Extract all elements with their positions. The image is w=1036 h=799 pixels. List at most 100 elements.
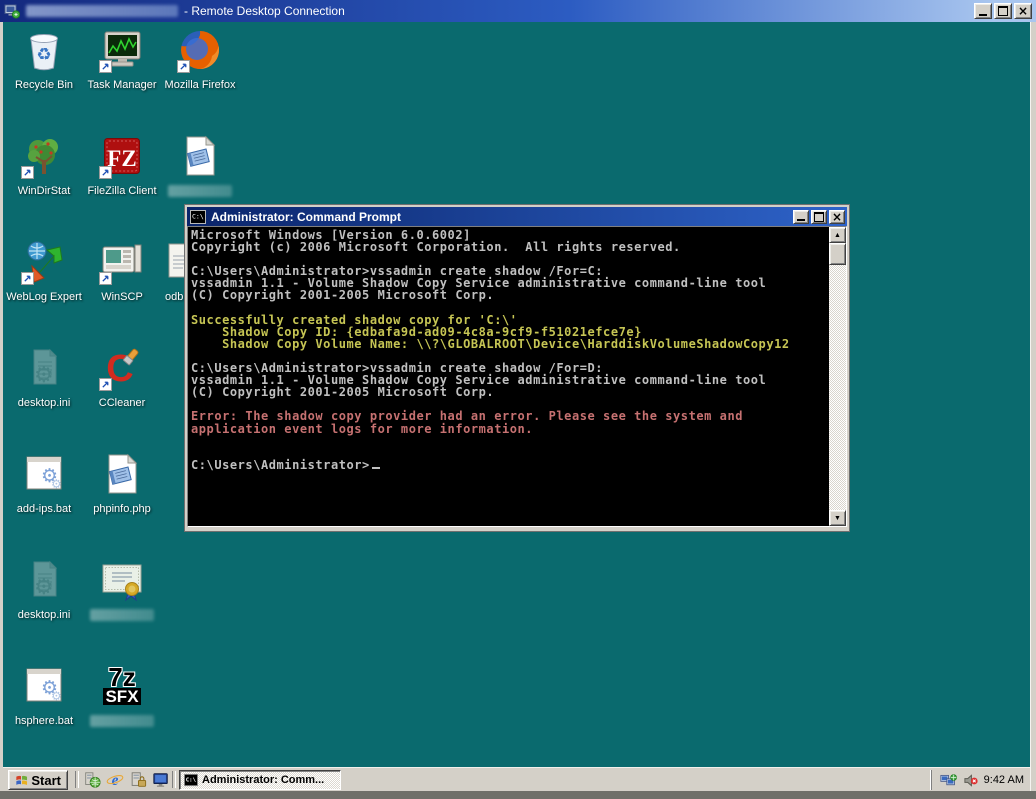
bat-file-icon: ⚙ ⚙ [20,450,68,498]
svg-text:e: e [112,772,119,789]
desktop[interactable]: ♻ Recycle Bin Task Manager Mozilla Firefox W… [3,22,1030,767]
desktop-icon-label: desktop.ini [17,609,71,621]
quick-launch-remote-desktop-icon[interactable] [150,770,172,790]
desktop-icon-7z-sfx[interactable]: 7z SFX [83,662,161,762]
cmd-maximize-button[interactable] [811,209,827,224]
taskbar-clock[interactable]: 9:42 AM [984,774,1024,786]
console-line: Copyright (c) 2006 Microsoft Corporation… [191,240,681,255]
desktop-icon-hsphere-bat[interactable]: ⚙ ⚙ hsphere.bat [5,662,83,762]
desktop-icon-label: WinSCP [101,291,143,303]
bat-file-icon: ⚙ ⚙ [20,662,68,710]
desktop-icon-ccleaner[interactable]: C CCleaner [83,344,161,444]
scroll-up-button[interactable]: ▲ [829,227,846,243]
redacted-label [90,715,154,727]
maximize-icon [998,6,1008,16]
desktop-icon-winscp[interactable]: WinSCP [83,238,161,338]
maximize-icon [814,211,824,222]
desktop-icon-desktop-ini-1[interactable]: ⚙ desktop.ini [5,344,83,444]
command-prompt-titlebar[interactable]: C:\ Administrator: Command Prompt × [187,207,847,226]
quick-launch-server-security-icon[interactable] [127,770,149,790]
taskbar-separator [75,771,79,788]
rdp-window-frame-bottom [0,791,1036,799]
firefox-icon [176,26,224,74]
rdp-minimize-button[interactable] [974,3,992,19]
console-line: Successfully created shadow copy for 'C:… [191,312,518,327]
svg-text:♻: ♻ [36,45,51,65]
svg-text:C:\: C:\ [186,777,197,783]
notepad-doc-icon [98,450,146,498]
console[interactable]: Microsoft Windows [Version 6.0.6002] Copy… [187,226,847,527]
svg-text:⚙: ⚙ [34,575,54,600]
rdp-maximize-button[interactable] [994,3,1012,19]
minimize-icon [979,14,987,16]
desktop-icon-label: Task Manager [87,79,157,91]
shortcut-arrow-icon [99,60,112,73]
taskbar-button-label: Administrator: Comm... [202,774,325,786]
desktop-icon-desktop-ini-2[interactable]: ⚙ desktop.ini [5,556,83,656]
windows-flag-icon [16,775,28,785]
winscp-icon [98,238,146,286]
command-prompt-window[interactable]: C:\ Administrator: Command Prompt × Micr… [185,205,849,531]
console-line: application event logs for more informat… [191,421,534,436]
shortcut-arrow-icon [99,378,112,391]
quick-launch-internet-explorer-icon[interactable]: e [104,770,126,790]
shortcut-arrow-icon [21,166,34,179]
ini-file-icon: ⚙ [20,344,68,392]
svg-text:⚙: ⚙ [34,363,54,388]
shortcut-arrow-icon [99,272,112,285]
task-manager-icon [98,26,146,74]
desktop-icon-label: phpinfo.php [93,503,151,515]
desktop-icon-recycle-bin[interactable]: ♻ Recycle Bin [5,26,83,126]
desktop-icon-label: hsphere.bat [14,715,74,727]
quick-launch-windows-update-icon[interactable] [81,770,103,790]
desktop-icon-add-ips-bat[interactable]: ⚙ ⚙ add-ips.bat [5,450,83,550]
rdp-titlebar[interactable]: - Remote Desktop Connection × [0,0,1036,22]
volume-muted-icon[interactable] [962,773,979,788]
rdp-close-button[interactable]: × [1014,3,1032,19]
system-tray: 9:42 AM [930,770,1030,790]
redacted-label [168,185,232,197]
console-cursor [371,466,380,469]
cmd-close-button[interactable]: × [829,209,845,224]
recycle-bin-icon: ♻ [20,26,68,74]
filezilla-icon: FZ [98,132,146,180]
7z-sfx-icon: 7z SFX [103,662,141,706]
scrollbar-thumb[interactable] [829,243,846,265]
close-icon: × [1017,4,1029,18]
close-icon: × [831,209,843,224]
command-prompt-icon: C:\ [190,209,206,225]
start-button[interactable]: Start [8,770,68,790]
desktop-icon-label [90,609,154,624]
taskbar-button-command-prompt[interactable]: C:\ Administrator: Comm... [179,770,341,790]
desktop-icon-label: WebLog Expert [6,291,82,303]
desktop-icon-filezilla-client[interactable]: FZ FileZilla Client [83,132,161,232]
svg-text:⚙: ⚙ [51,477,62,491]
desktop-icon-windirstat[interactable]: WinDirStat [5,132,83,232]
windirstat-icon [20,132,68,180]
scroll-down-button[interactable]: ▼ [829,510,846,526]
shortcut-arrow-icon [177,60,190,73]
network-icon[interactable] [940,773,957,788]
rdp-title-redacted-host [26,5,178,17]
desktop-icon-label: odb [165,291,184,303]
desktop-icon-label [168,185,232,200]
console-line: Error: The shadow copy provider had an e… [191,409,743,424]
desktop-icon-certificate[interactable] [83,556,161,656]
console-scrollbar[interactable]: ▲ ▼ [829,227,846,526]
desktop-icon-task-manager[interactable]: Task Manager [83,26,161,126]
shortcut-arrow-icon [99,166,112,179]
desktop-icon-weblog-expert[interactable]: WebLog Expert [5,238,83,338]
desktop-icon-mozilla-firefox[interactable]: Mozilla Firefox [161,26,239,126]
weblog-icon [20,238,68,286]
taskbar: Start e C:\ Administrator: Comm... 9:42 … [3,767,1030,791]
console-line: (C) Copyright 2001-2005 Microsoft Corp. [191,385,495,400]
cmd-minimize-button[interactable] [793,209,809,224]
ini-file-icon: ⚙ [20,556,68,604]
desktop-icon-label: FileZilla Client [87,185,157,197]
taskbar-separator [172,771,176,788]
desktop-icon-phpinfo-php[interactable]: phpinfo.php [83,450,161,550]
console-line: (C) Copyright 2001-2005 Microsoft Corp. [191,288,495,303]
